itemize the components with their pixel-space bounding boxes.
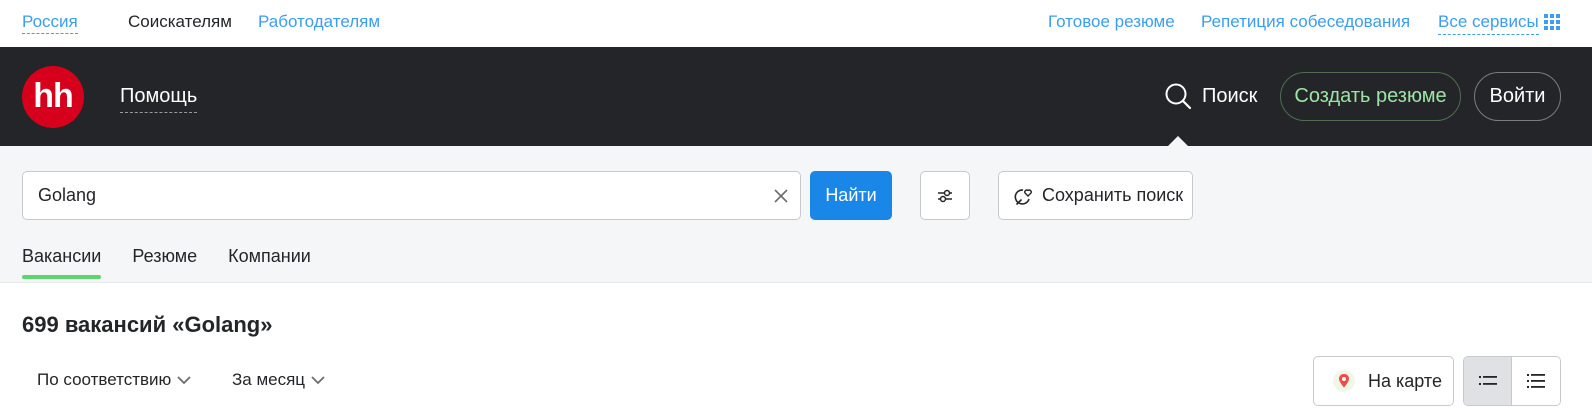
interview-rehearsal-link[interactable]: Репетиция собеседования xyxy=(1201,12,1410,32)
tab-companies[interactable]: Компании xyxy=(228,246,311,279)
region-link[interactable]: Россия xyxy=(22,12,78,34)
tab-vacancies[interactable]: Вакансии xyxy=(22,246,102,279)
main-header: hh Помощь Поиск Создать резюме Войти xyxy=(0,47,1592,146)
sort-label: По соответствию xyxy=(37,370,172,389)
sliders-icon xyxy=(938,189,952,202)
period-dropdown[interactable]: За месяц xyxy=(232,370,325,390)
active-notch xyxy=(1168,136,1188,146)
map-pin-icon xyxy=(1333,370,1355,392)
view-toggle xyxy=(1463,356,1561,406)
compact-view-button[interactable] xyxy=(1464,357,1513,405)
search-input[interactable] xyxy=(38,172,758,219)
map-button-label: На карте xyxy=(1368,370,1442,391)
chevron-down-icon xyxy=(311,375,325,384)
create-resume-button[interactable]: Создать резюме xyxy=(1280,72,1461,121)
help-link[interactable]: Помощь xyxy=(120,85,198,113)
period-label: За месяц xyxy=(232,370,306,389)
login-button[interactable]: Войти xyxy=(1474,72,1561,121)
tab-resumes[interactable]: Резюме xyxy=(132,246,197,279)
detailed-view-button[interactable] xyxy=(1512,357,1560,405)
services-grid-icon[interactable] xyxy=(1544,14,1560,30)
search-box xyxy=(22,171,801,220)
compact-list-icon xyxy=(1478,376,1497,385)
seekers-link[interactable]: Соискателям xyxy=(128,12,232,32)
top-bar: Россия Соискателям Работодателям Готовое… xyxy=(0,0,1592,47)
find-button[interactable]: Найти xyxy=(810,171,892,220)
list-icon xyxy=(1527,374,1545,388)
all-services-link[interactable]: Все сервисы xyxy=(1438,12,1539,35)
search-icon xyxy=(1165,83,1192,110)
map-button[interactable]: На карте xyxy=(1313,356,1454,406)
search-area: Найти Сохранить поиск Вакансии Резюме Ко… xyxy=(0,146,1592,283)
ready-resume-link[interactable]: Готовое резюме xyxy=(1048,12,1175,32)
results-title: 699 вакансий «Golang» xyxy=(22,312,273,337)
search-nav-label: Поиск xyxy=(1202,84,1258,107)
sort-dropdown[interactable]: По соответствию xyxy=(37,370,191,390)
save-search-button[interactable]: Сохранить поиск xyxy=(998,171,1193,220)
employers-link[interactable]: Работодателям xyxy=(258,12,380,32)
save-search-label: Сохранить поиск xyxy=(1042,185,1184,205)
close-icon[interactable] xyxy=(773,188,789,204)
hh-logo[interactable]: hh xyxy=(22,66,84,128)
heart-search-icon xyxy=(1014,188,1032,205)
search-tabs: Вакансии Резюме Компании xyxy=(22,246,342,279)
advanced-filter-button[interactable] xyxy=(920,171,970,220)
chevron-down-icon xyxy=(177,375,191,384)
search-nav-link[interactable]: Поиск xyxy=(1164,81,1257,111)
